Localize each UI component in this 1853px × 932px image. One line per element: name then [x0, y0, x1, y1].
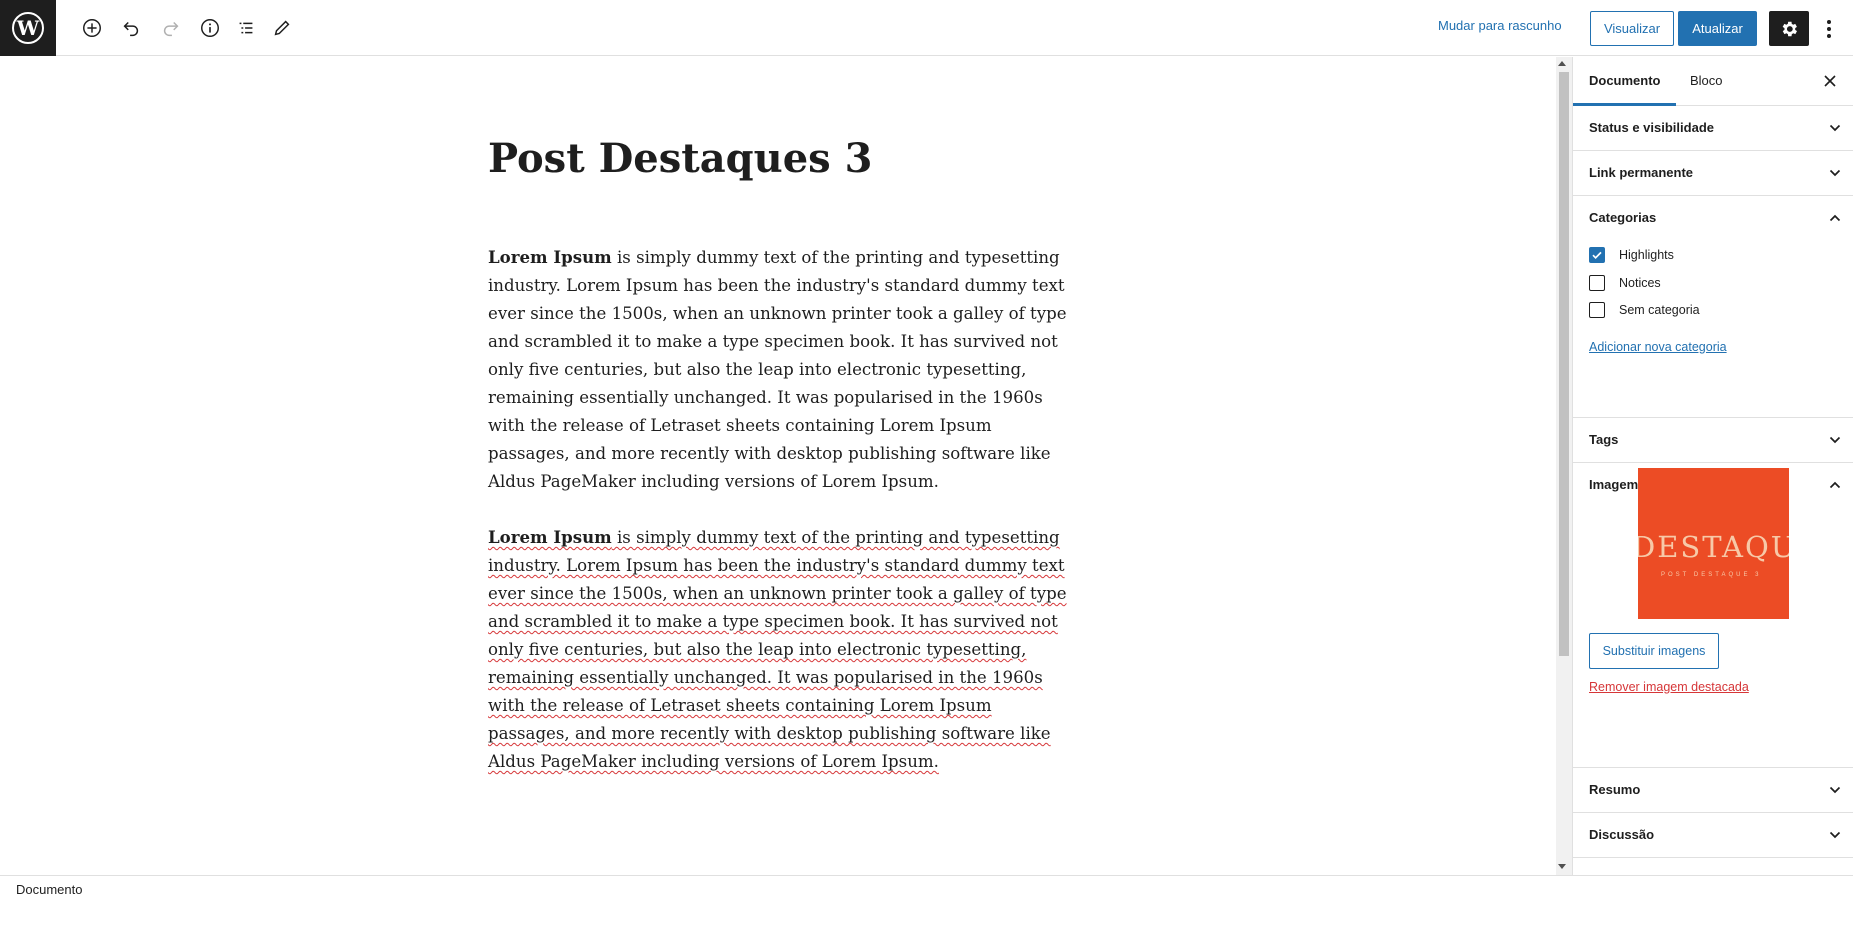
panel-title: Discussão: [1589, 827, 1655, 842]
category-checkbox-sem-categoria[interactable]: Sem categoria: [1589, 301, 1700, 319]
paragraph-text: is simply dummy text of the printing and…: [488, 528, 1067, 771]
editor-canvas: Post Destaques 3 Lorem Ipsum is simply d…: [0, 57, 1556, 875]
chevron-up-icon[interactable]: [1829, 479, 1841, 491]
add-block-icon[interactable]: [78, 14, 106, 42]
preview-button[interactable]: Visualizar: [1590, 11, 1674, 46]
chevron-down-icon: [1829, 831, 1841, 839]
tab-block[interactable]: Bloco: [1690, 73, 1723, 88]
paragraph-block-selected[interactable]: Lorem Ipsum is simply dummy text of the …: [488, 523, 1078, 776]
chevron-down-icon: [1829, 436, 1841, 444]
close-icon[interactable]: [1821, 72, 1839, 90]
panel-permalink[interactable]: Link permanente: [1573, 151, 1853, 196]
panel-categories: Categorias Highlights Notices Sem catego…: [1573, 196, 1853, 418]
category-checkbox-notices[interactable]: Notices: [1589, 274, 1661, 292]
panel-title: Link permanente: [1589, 165, 1694, 180]
settings-gear-icon[interactable]: [1769, 11, 1809, 46]
pencil-icon[interactable]: [268, 14, 296, 42]
sidebar-tabs: Documento Bloco: [1573, 57, 1853, 106]
scrollbar-thumb[interactable]: [1559, 72, 1569, 656]
top-toolbar: W Mudar para rascunho Visualizar Atualiz…: [0, 0, 1853, 56]
replace-image-button[interactable]: Substituir imagens: [1589, 633, 1719, 669]
chevron-down-icon: [1829, 786, 1841, 794]
panel-excerpt[interactable]: Resumo: [1573, 768, 1853, 813]
svg-text:W: W: [16, 16, 40, 40]
switch-to-draft-link[interactable]: Mudar para rascunho: [1438, 18, 1562, 33]
paragraph-block[interactable]: Lorem Ipsum is simply dummy text of the …: [488, 243, 1078, 496]
chevron-down-icon: [1829, 169, 1841, 177]
list-view-icon[interactable]: [232, 14, 260, 42]
panel-discussion[interactable]: Discussão: [1573, 813, 1853, 858]
featured-image-title: DESTAQUE: [1638, 530, 1789, 564]
paragraph-bold: Lorem Ipsum: [488, 527, 612, 547]
featured-image-thumbnail[interactable]: DESTAQUE POST DESTAQUE 3: [1638, 468, 1789, 619]
scroll-up-arrow-icon[interactable]: [1558, 61, 1566, 66]
remove-featured-image-link[interactable]: Remover imagem destacada: [1589, 680, 1749, 694]
tab-document[interactable]: Documento: [1589, 73, 1661, 88]
paragraph-bold: Lorem Ipsum: [488, 247, 612, 267]
chevron-up-icon[interactable]: [1829, 212, 1841, 224]
update-button[interactable]: Atualizar: [1678, 11, 1757, 46]
breadcrumb-document[interactable]: Documento: [16, 882, 82, 897]
info-icon[interactable]: [196, 14, 224, 42]
panel-title: Resumo: [1589, 782, 1641, 797]
more-options-icon[interactable]: [1815, 11, 1843, 46]
category-label: Notices: [1619, 276, 1661, 290]
panel-title[interactable]: Categorias: [1589, 210, 1656, 225]
panel-status-visibility[interactable]: Status e visibilidade: [1573, 106, 1853, 151]
panel-title: Tags: [1589, 432, 1619, 447]
settings-sidebar: Documento Bloco Status e visibilidade Li…: [1572, 57, 1853, 875]
panel-title: Status e visibilidade: [1589, 120, 1714, 135]
chevron-down-icon: [1829, 124, 1841, 132]
wordpress-logo-icon[interactable]: W: [0, 0, 56, 56]
scroll-down-arrow-icon[interactable]: [1558, 864, 1566, 869]
category-checkbox-highlights[interactable]: Highlights: [1589, 246, 1674, 264]
post-title[interactable]: Post Destaques 3: [488, 135, 872, 182]
checkbox-icon[interactable]: [1589, 302, 1605, 318]
featured-image-subtitle: POST DESTAQUE 3: [1661, 572, 1762, 578]
paragraph-text: is simply dummy text of the printing and…: [488, 248, 1067, 491]
add-new-category-link[interactable]: Adicionar nova categoria: [1589, 340, 1727, 354]
checkbox-icon[interactable]: [1589, 275, 1605, 291]
category-label: Highlights: [1619, 248, 1674, 262]
undo-icon[interactable]: [117, 14, 145, 42]
redo-icon[interactable]: [157, 14, 185, 42]
category-label: Sem categoria: [1619, 303, 1700, 317]
block-breadcrumb-footer: Documento: [0, 875, 1853, 932]
panel-tags[interactable]: Tags: [1573, 418, 1853, 463]
checkbox-checked-icon[interactable]: [1589, 247, 1605, 263]
